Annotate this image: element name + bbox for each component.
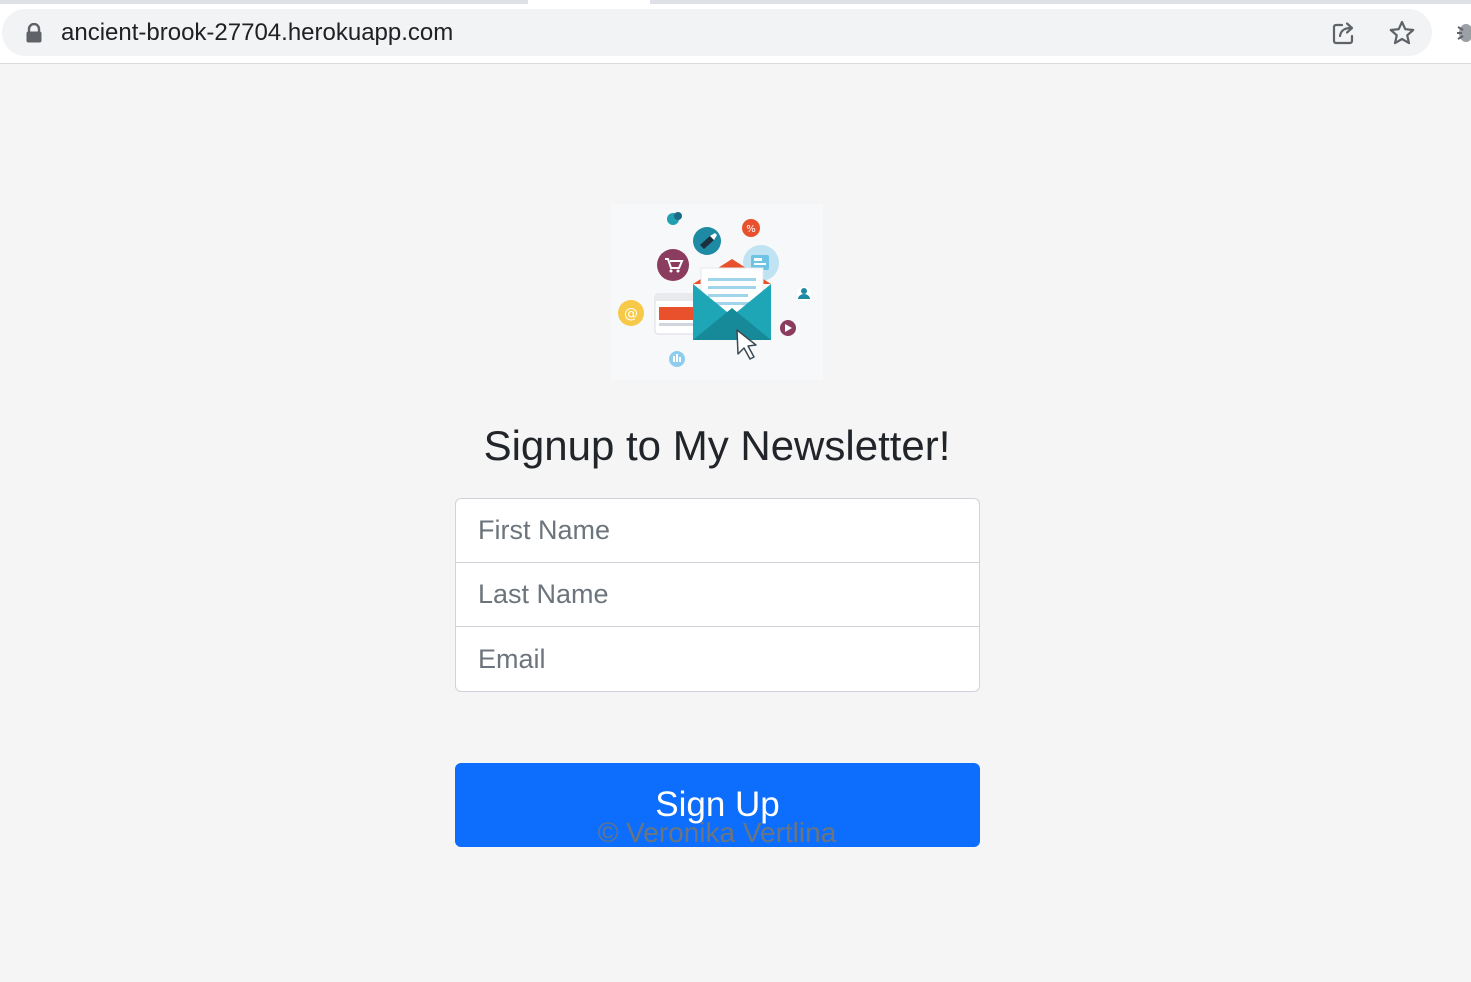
email-input[interactable]: [455, 626, 980, 692]
tab-strip: [0, 0, 1471, 4]
svg-text:%: %: [746, 224, 756, 235]
copyright-text: © Veronika Vertlina: [597, 817, 837, 848]
newsletter-page: % @ Signup to My Newsletter! First Name …: [0, 64, 1471, 982]
first-name-input[interactable]: [455, 498, 980, 563]
lock-icon[interactable]: [25, 23, 43, 43]
last-name-input[interactable]: [455, 562, 980, 627]
svg-text:@: @: [624, 306, 638, 322]
page-title: Signup to My Newsletter!: [483, 422, 951, 469]
newsletter-illustration: % @: [611, 204, 823, 380]
star-icon[interactable]: [1388, 20, 1416, 46]
browser-toolbar: ancient-brook-27704.herokuapp.com: [0, 0, 1471, 64]
signup-form: Sign Up: [455, 498, 980, 847]
extension-icon[interactable]: [1454, 20, 1471, 46]
url-text[interactable]: ancient-brook-27704.herokuapp.com: [61, 19, 453, 47]
address-bar[interactable]: ancient-brook-27704.herokuapp.com: [2, 9, 1432, 56]
active-tab-indicator: [528, 0, 650, 4]
share-icon[interactable]: [1331, 20, 1357, 46]
